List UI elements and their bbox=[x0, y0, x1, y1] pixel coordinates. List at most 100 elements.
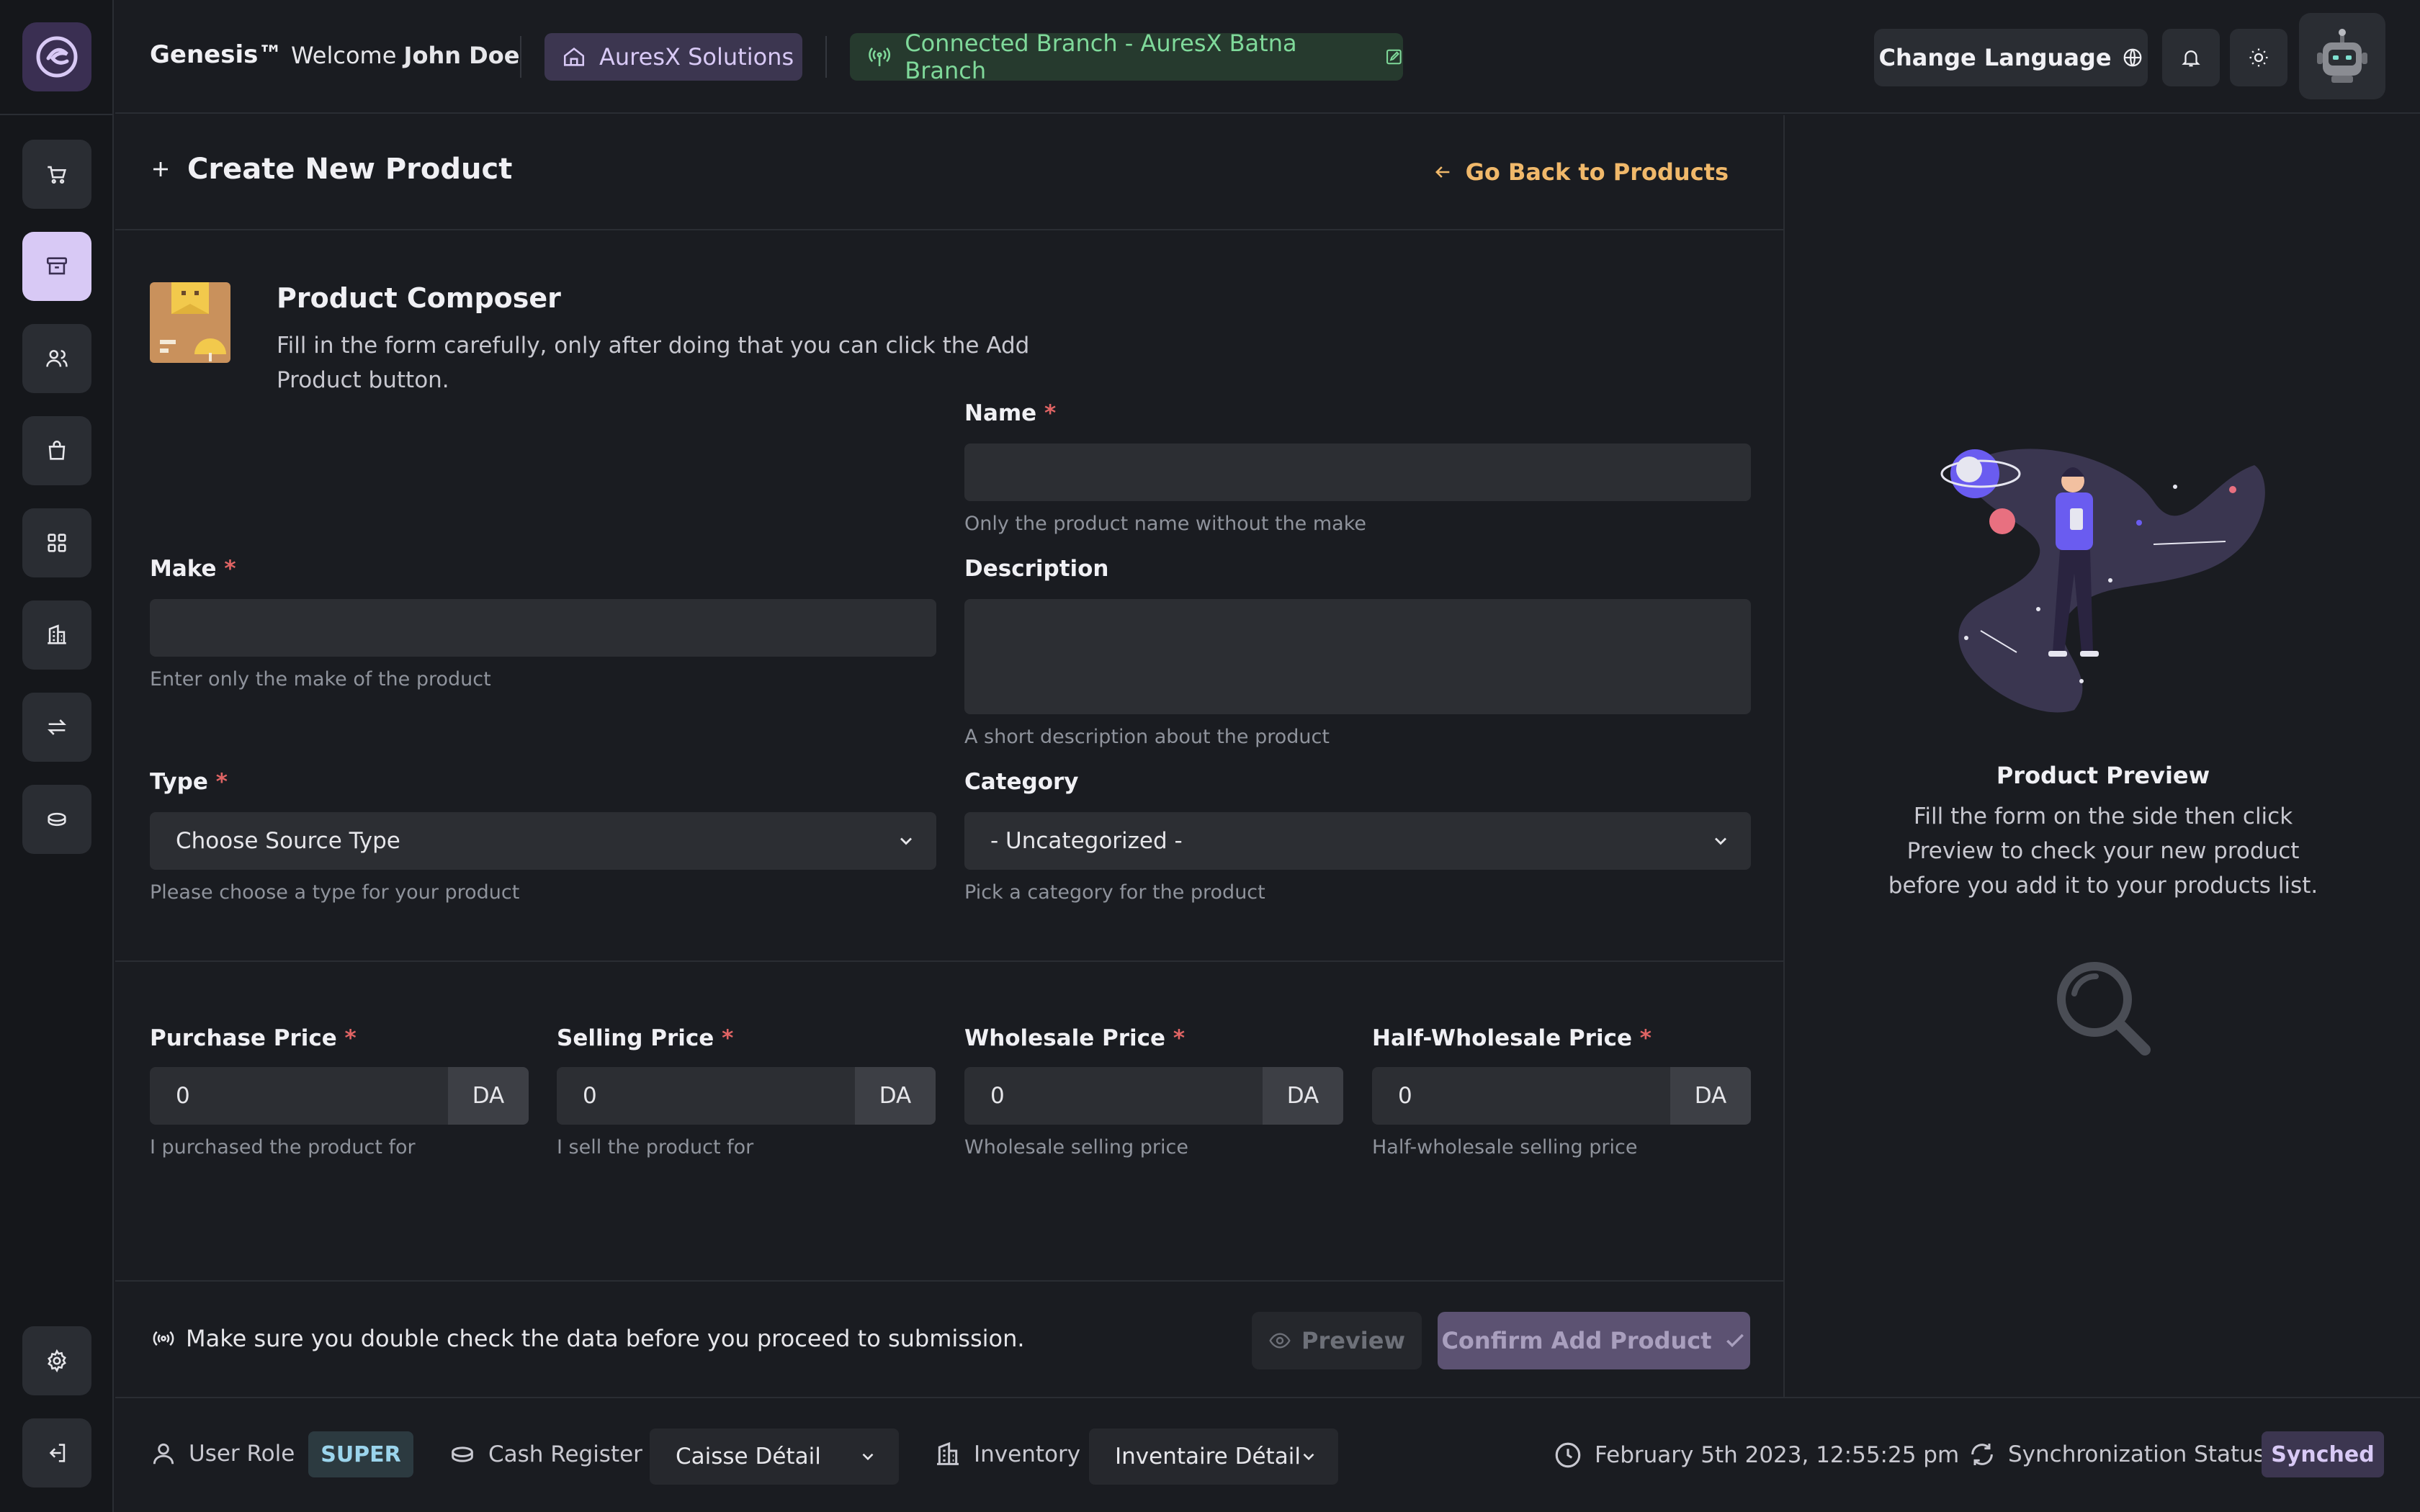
purchase-price-input[interactable]: 0 bbox=[150, 1067, 449, 1125]
eye-icon bbox=[1269, 1333, 1291, 1349]
check-icon bbox=[1726, 1333, 1744, 1348]
sidebar-item-products[interactable] bbox=[22, 232, 91, 301]
category-select[interactable]: - Uncategorized - bbox=[964, 812, 1751, 870]
sidebar-item-cart[interactable] bbox=[22, 140, 91, 209]
preview-title: Product Preview bbox=[1996, 762, 2210, 789]
selling-price-input[interactable]: 0 bbox=[557, 1067, 856, 1125]
required-mark: * bbox=[215, 769, 228, 795]
company-name: AuresX Solutions bbox=[599, 43, 794, 71]
user-role-badge: SUPER bbox=[308, 1431, 413, 1477]
antenna-icon bbox=[869, 47, 890, 66]
sidebar-item-purchases[interactable] bbox=[22, 416, 91, 485]
shopping-bag-icon bbox=[48, 440, 66, 460]
selling-price-label-text: Selling Price bbox=[557, 1025, 714, 1051]
type-select[interactable]: Choose Source Type bbox=[150, 812, 936, 870]
company-badge[interactable]: AuresX Solutions bbox=[544, 33, 802, 81]
type-hint: Please choose a type for your product bbox=[150, 881, 520, 904]
theme-toggle-button[interactable] bbox=[2230, 29, 2287, 86]
sidebar-item-transfers[interactable] bbox=[22, 693, 91, 762]
sync-status-label-text: Synchronization Status bbox=[2008, 1441, 2265, 1467]
sidebar-item-settings[interactable] bbox=[22, 1326, 91, 1395]
sun-icon bbox=[2249, 48, 2268, 67]
chevron-down-icon bbox=[862, 1453, 874, 1461]
selling-price-hint: I sell the product for bbox=[557, 1136, 754, 1158]
required-mark: * bbox=[1173, 1025, 1186, 1051]
composer-title: Product Composer bbox=[277, 282, 561, 314]
building-icon bbox=[48, 624, 66, 644]
archive-box-icon bbox=[46, 257, 68, 275]
sidebar-item-logout[interactable] bbox=[22, 1418, 91, 1488]
type-selected-value: Choose Source Type bbox=[176, 828, 400, 854]
preview-button[interactable]: Preview bbox=[1252, 1312, 1422, 1369]
connected-branch-badge[interactable]: Connected Branch - AuresX Batna Branch bbox=[850, 30, 1403, 84]
wholesale-price-input[interactable]: 0 bbox=[964, 1067, 1264, 1125]
selling-price-label: Selling Price * bbox=[557, 1025, 733, 1051]
transfer-arrows-icon bbox=[48, 719, 66, 735]
genesis-logo-icon bbox=[36, 36, 78, 78]
name-input[interactable] bbox=[964, 444, 1751, 501]
user-avatar[interactable] bbox=[2299, 13, 2385, 99]
type-label: Type * bbox=[150, 769, 228, 795]
inventory-select[interactable]: Inventaire Détail bbox=[1089, 1428, 1338, 1485]
datetime-display: February 5th 2023, 12:55:25 pm bbox=[1553, 1440, 1959, 1470]
half-wholesale-price-input[interactable]: 0 bbox=[1372, 1067, 1672, 1125]
make-label-text: Make bbox=[150, 556, 217, 582]
wholesale-price-currency: DA bbox=[1263, 1067, 1343, 1125]
half-wholesale-price-currency: DA bbox=[1670, 1067, 1751, 1125]
sidebar-item-branches[interactable] bbox=[22, 600, 91, 670]
make-label: Make * bbox=[150, 556, 236, 582]
sidebar-item-cash[interactable] bbox=[22, 785, 91, 854]
cash-register-value: Caisse Détail bbox=[676, 1444, 821, 1470]
globe-icon bbox=[2123, 48, 2141, 67]
user-icon bbox=[153, 1443, 174, 1464]
clock-icon bbox=[1555, 1442, 1581, 1468]
confirm-add-product-button[interactable]: Confirm Add Product bbox=[1438, 1312, 1750, 1369]
coins-icon bbox=[452, 1446, 473, 1462]
inventory-label-text: Inventory bbox=[974, 1441, 1081, 1467]
required-mark: * bbox=[1639, 1025, 1652, 1051]
submission-note: Make sure you double check the data befo… bbox=[151, 1325, 1025, 1352]
logout-icon bbox=[49, 1444, 66, 1462]
header-divider bbox=[520, 36, 521, 78]
arrow-left-icon bbox=[1435, 166, 1449, 178]
plus-icon bbox=[153, 162, 168, 176]
edit-icon[interactable] bbox=[1385, 48, 1403, 66]
description-label: Description bbox=[964, 556, 1109, 582]
sidebar-item-customers[interactable] bbox=[22, 324, 91, 393]
datetime-text: February 5th 2023, 12:55:25 pm bbox=[1595, 1442, 1960, 1468]
footer-divider bbox=[115, 1280, 1785, 1282]
broadcast-icon bbox=[153, 1331, 174, 1346]
chevron-down-icon bbox=[900, 837, 912, 845]
required-mark: * bbox=[224, 556, 236, 582]
purchase-price-hint: I purchased the product for bbox=[150, 1136, 416, 1158]
go-back-link[interactable]: Go Back to Products bbox=[1433, 158, 1729, 186]
half-wholesale-price-hint: Half-wholesale selling price bbox=[1372, 1136, 1638, 1158]
sidebar-item-dashboard[interactable] bbox=[22, 508, 91, 577]
composer-box-icon bbox=[150, 282, 230, 363]
sidebar bbox=[0, 0, 114, 1512]
change-language-button[interactable]: Change Language bbox=[1874, 29, 2148, 86]
welcome-message: Welcome John Doe bbox=[291, 42, 519, 69]
category-hint: Pick a category for the product bbox=[964, 881, 1265, 904]
name-label-text: Name bbox=[964, 400, 1037, 426]
wholesale-price-label: Wholesale Price * bbox=[964, 1025, 1185, 1051]
purchase-price-currency: DA bbox=[448, 1067, 529, 1125]
go-back-label: Go Back to Products bbox=[1465, 158, 1729, 186]
purchase-price-label: Purchase Price * bbox=[150, 1025, 357, 1051]
user-role-label: User Role bbox=[150, 1440, 295, 1467]
preview-description: Fill the form on the side then click Pre… bbox=[1888, 804, 2318, 899]
sidebar-divider bbox=[0, 114, 114, 115]
building-icon bbox=[937, 1441, 959, 1465]
notifications-button[interactable] bbox=[2162, 29, 2220, 86]
welcome-prefix: Welcome bbox=[291, 42, 397, 69]
cash-register-select[interactable]: Caisse Détail bbox=[650, 1428, 899, 1485]
status-bar: User Role SUPER Cash Register Caisse Dét… bbox=[115, 1397, 2420, 1512]
product-preview-panel: Product Preview Fill the form on the sid… bbox=[1786, 115, 2420, 1397]
sync-status-badge: Synched bbox=[2262, 1431, 2384, 1477]
app-logo[interactable] bbox=[22, 22, 91, 91]
make-input[interactable] bbox=[150, 599, 936, 657]
refresh-icon bbox=[1971, 1444, 1993, 1465]
description-textarea[interactable] bbox=[964, 599, 1751, 714]
preview-label: Preview bbox=[1301, 1327, 1406, 1354]
robot-avatar-icon bbox=[2317, 29, 2367, 83]
